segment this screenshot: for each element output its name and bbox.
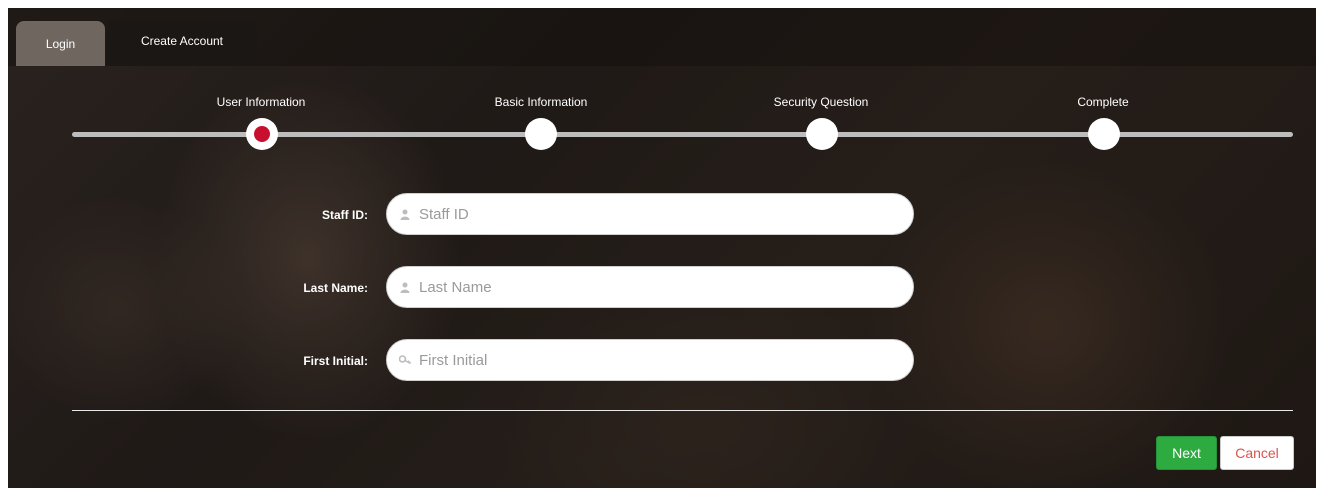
staff-id-field[interactable] (386, 193, 914, 235)
key-icon (399, 354, 411, 366)
user-icon (399, 281, 411, 293)
step-label-security-question: Security Question (773, 95, 869, 109)
first-initial-label: First Initial: (303, 354, 368, 368)
cancel-button[interactable]: Cancel (1220, 436, 1294, 470)
wizard-content: User Information Basic Information Secur… (8, 66, 1316, 488)
step-label-basic-information: Basic Information (494, 95, 588, 109)
first-initial-input[interactable] (419, 345, 889, 375)
tab-create-account[interactable]: Create Account (107, 21, 257, 66)
step-dot-security-question[interactable] (806, 118, 838, 150)
staff-id-label: Staff ID: (322, 208, 368, 222)
last-name-label: Last Name: (303, 281, 368, 295)
step-dot-user-information[interactable] (246, 118, 278, 150)
first-initial-field[interactable] (386, 339, 914, 381)
form-divider (72, 410, 1293, 411)
step-label-user-information: User Information (216, 95, 306, 109)
step-dot-complete[interactable] (1088, 118, 1120, 150)
tab-login[interactable]: Login (16, 21, 105, 66)
user-icon (399, 208, 411, 220)
tab-bar: Login Create Account (8, 8, 1316, 66)
staff-id-input[interactable] (419, 199, 889, 229)
tab-login-label: Login (45, 36, 76, 51)
create-account-panel: Login Create Account User Information Ba… (8, 8, 1316, 488)
last-name-field[interactable] (386, 266, 914, 308)
last-name-input[interactable] (419, 272, 889, 302)
next-button[interactable]: Next (1156, 436, 1217, 470)
step-dot-basic-information[interactable] (525, 118, 557, 150)
step-label-complete: Complete (1077, 95, 1129, 109)
tab-create-account-label: Create Account (140, 34, 224, 48)
